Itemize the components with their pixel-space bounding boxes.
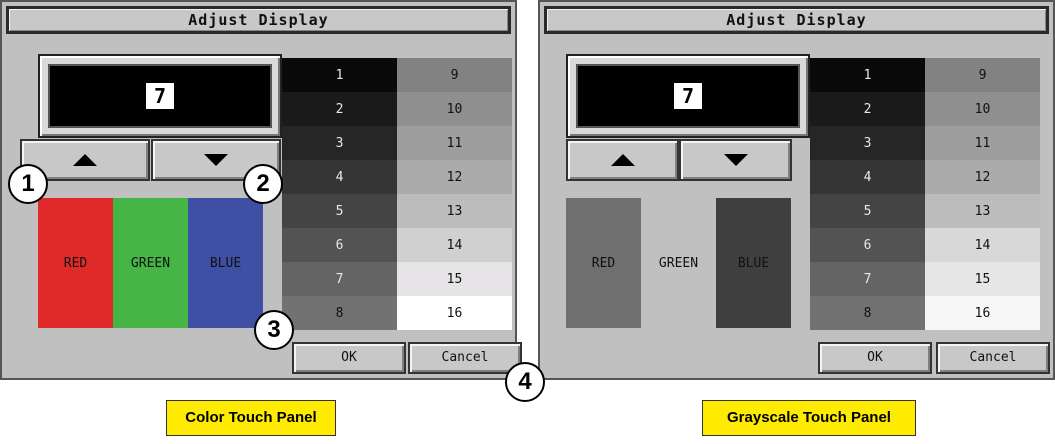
down-arrow-icon	[204, 154, 228, 166]
down-arrow-icon	[723, 154, 748, 166]
panel-title: Adjust Display	[6, 6, 511, 34]
gray-level-2[interactable]: 2	[282, 92, 397, 126]
callout-1: 1	[8, 164, 48, 204]
grayscale-panel-caption: Grayscale Touch Panel	[702, 400, 916, 436]
increase-button[interactable]	[566, 139, 679, 181]
ok-button[interactable]: OK	[292, 342, 406, 374]
gray-level-12[interactable]: 12	[397, 160, 512, 194]
gray-level-8[interactable]: 8	[282, 296, 397, 330]
gray-level-13[interactable]: 13	[925, 194, 1040, 228]
green-swatch: GREEN	[113, 198, 188, 328]
gray-level-15[interactable]: 15	[397, 262, 512, 296]
blue-swatch: BLUE	[716, 198, 791, 328]
panel-title: Adjust Display	[544, 6, 1049, 34]
red-swatch: RED	[38, 198, 113, 328]
gray-level-16[interactable]: 16	[925, 296, 1040, 330]
up-arrow-icon	[610, 154, 635, 166]
gray-level-12[interactable]: 12	[925, 160, 1040, 194]
gray-level-3[interactable]: 3	[810, 126, 925, 160]
gray-level-16[interactable]: 16	[397, 296, 512, 330]
green-swatch-label: GREEN	[130, 255, 171, 271]
display-value: 7	[146, 83, 174, 109]
gray-level-11[interactable]: 11	[925, 126, 1040, 160]
gray-level-4[interactable]: 4	[810, 160, 925, 194]
gray-level-7[interactable]: 7	[282, 262, 397, 296]
red-swatch-label: RED	[591, 255, 616, 271]
gray-level-8[interactable]: 8	[810, 296, 925, 330]
gray-level-11[interactable]: 11	[397, 126, 512, 160]
gray-level-1[interactable]: 1	[810, 58, 925, 92]
display-value-frame: 7	[566, 54, 810, 138]
grayscale-grid: 1 2 3 4 5 6 7 8 9 10 11 12 13 14 15 16	[282, 58, 512, 330]
gray-level-9[interactable]: 9	[925, 58, 1040, 92]
gray-level-13[interactable]: 13	[397, 194, 512, 228]
callout-3: 3	[254, 310, 294, 350]
red-swatch-label: RED	[63, 255, 88, 271]
gray-level-14[interactable]: 14	[925, 228, 1040, 262]
gray-level-14[interactable]: 14	[397, 228, 512, 262]
gray-level-1[interactable]: 1	[282, 58, 397, 92]
gray-level-3[interactable]: 3	[282, 126, 397, 160]
grayscale-touch-panel: Adjust Display 7 RED GREEN BLUE 12345678…	[538, 0, 1055, 380]
display-screen: 7	[48, 64, 272, 128]
gray-level-4[interactable]: 4	[282, 160, 397, 194]
green-swatch-label: GREEN	[658, 255, 699, 271]
cancel-button[interactable]: Cancel	[408, 342, 522, 374]
up-arrow-icon	[73, 154, 97, 166]
blue-swatch: BLUE	[188, 198, 263, 328]
callout-4: 4	[505, 362, 545, 402]
decrease-button[interactable]	[679, 139, 792, 181]
display-screen: 7	[576, 64, 800, 128]
blue-swatch-label: BLUE	[737, 255, 770, 271]
gray-level-15[interactable]: 15	[925, 262, 1040, 296]
gray-level-6[interactable]: 6	[810, 228, 925, 262]
gray-level-6[interactable]: 6	[282, 228, 397, 262]
gray-level-10[interactable]: 10	[397, 92, 512, 126]
gray-level-2[interactable]: 2	[810, 92, 925, 126]
color-panel-caption: Color Touch Panel	[166, 400, 336, 436]
cancel-button[interactable]: Cancel	[936, 342, 1050, 374]
callout-2: 2	[243, 164, 283, 204]
gray-level-5[interactable]: 5	[810, 194, 925, 228]
gray-level-5[interactable]: 5	[282, 194, 397, 228]
green-swatch: GREEN	[641, 198, 716, 328]
red-swatch: RED	[566, 198, 641, 328]
blue-swatch-label: BLUE	[209, 255, 242, 271]
ok-button[interactable]: OK	[818, 342, 932, 374]
gray-level-10[interactable]: 10	[925, 92, 1040, 126]
grayscale-grid: 1 2 3 4 5 6 7 8 9 10 11 12 13 14 15 16	[810, 58, 1040, 330]
display-value: 7	[674, 83, 702, 109]
gray-level-7[interactable]: 7	[810, 262, 925, 296]
gray-level-9[interactable]: 9	[397, 58, 512, 92]
display-value-frame: 7	[38, 54, 282, 138]
